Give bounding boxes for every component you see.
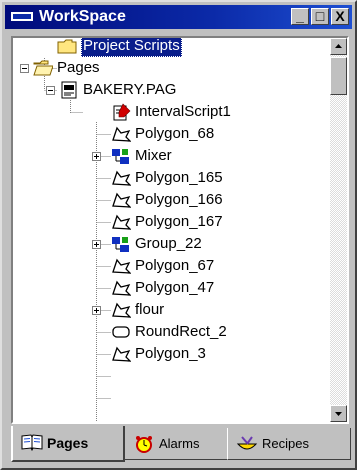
group-icon <box>112 237 129 252</box>
page-document-icon <box>61 81 77 99</box>
vertical-scrollbar[interactable] <box>330 38 347 422</box>
tree-item[interactable]: Polygon_165 <box>13 167 328 189</box>
expand-icon[interactable] <box>92 240 101 249</box>
tree-item[interactable]: BAKERY.PAG <box>13 79 328 101</box>
polygon-icon <box>112 126 131 142</box>
tree-item-label: flour <box>135 301 165 318</box>
tree-item[interactable]: Polygon_3 <box>13 343 328 365</box>
tree-item-label: Polygon_47 <box>135 279 215 296</box>
scroll-down-button[interactable] <box>330 405 347 422</box>
tree-item-label: Polygon_166 <box>135 191 223 208</box>
tree-item-label: Pages <box>57 59 100 76</box>
polygon-icon <box>112 258 131 274</box>
collapse-icon[interactable] <box>46 86 55 95</box>
polygon-icon <box>112 214 131 230</box>
script-icon <box>113 103 131 121</box>
expand-icon[interactable] <box>92 306 101 315</box>
arrow-up-icon <box>335 44 342 48</box>
tree-item[interactable]: Polygon_167 <box>13 211 328 233</box>
tab-recipes-label: Recipes <box>262 436 309 451</box>
polygon-icon <box>112 170 131 186</box>
tree-item-label: Polygon_68 <box>135 125 215 142</box>
tree-item-label: Polygon_167 <box>135 213 223 230</box>
maximize-button[interactable]: □ <box>311 8 329 25</box>
polygon-icon <box>112 192 131 208</box>
tree-item-label: Polygon_3 <box>135 345 206 362</box>
minimize-icon: _ <box>296 8 304 24</box>
tree-item-label: Polygon_67 <box>135 257 215 274</box>
tab-recipes[interactable]: Recipes <box>227 428 351 460</box>
recipe-bowl-icon <box>236 436 258 450</box>
polygon-icon <box>112 346 131 362</box>
folder-icon <box>57 39 77 54</box>
workspace-window: WorkSpace _ □ X Project Scripts Pages BA… <box>0 0 357 470</box>
workspace-tabs: Pages Alarms Recipes <box>11 426 351 466</box>
tree-item[interactable]: Pages <box>13 57 328 79</box>
tree-item[interactable]: Polygon_68 <box>13 123 328 145</box>
tree-item[interactable]: Mixer <box>13 145 328 167</box>
tab-alarms[interactable]: Alarms <box>124 428 228 460</box>
close-button[interactable]: X <box>331 8 349 25</box>
title-bar[interactable]: WorkSpace _ □ X <box>5 5 352 29</box>
polygon-icon <box>112 280 131 296</box>
book-icon <box>21 434 43 451</box>
tree-item[interactable]: flour <box>13 299 328 321</box>
tree-item-label: Group_22 <box>135 235 202 252</box>
workspace-tree[interactable]: Project Scripts Pages BAKERY.PAG IntervalSc… <box>11 36 349 424</box>
window-icon <box>11 12 33 21</box>
expand-icon[interactable] <box>92 152 101 161</box>
tree-item-label: IntervalScript1 <box>135 103 231 120</box>
tab-alarms-label: Alarms <box>159 436 200 451</box>
maximize-icon: □ <box>315 8 325 24</box>
polygon-icon <box>112 302 131 318</box>
tree-item[interactable]: Polygon_67 <box>13 255 328 277</box>
tab-pages[interactable]: Pages <box>11 426 125 462</box>
group-icon <box>112 149 129 164</box>
scroll-up-button[interactable] <box>330 38 347 55</box>
tree-item[interactable]: Group_22 <box>13 233 328 255</box>
tree-item[interactable]: IntervalScript1 <box>13 101 328 123</box>
tree-item-label: BAKERY.PAG <box>83 81 177 98</box>
alarm-clock-icon <box>136 436 152 453</box>
tree-item-label: Polygon_165 <box>135 169 223 186</box>
tree-item-label: Mixer <box>135 147 172 164</box>
close-icon: X <box>335 8 345 24</box>
arrow-down-icon <box>335 412 342 416</box>
collapse-icon[interactable] <box>20 64 29 73</box>
round-rect-icon <box>112 326 130 338</box>
minimize-button[interactable]: _ <box>291 8 309 25</box>
tab-pages-label: Pages <box>47 435 89 451</box>
tree-item-label: RoundRect_2 <box>135 323 227 340</box>
open-folder-icon <box>33 60 53 76</box>
scrollbar-thumb[interactable] <box>330 57 347 95</box>
tree-item[interactable]: Polygon_166 <box>13 189 328 211</box>
tree-item[interactable]: RoundRect_2 <box>13 321 328 343</box>
tree-item[interactable]: Project Scripts <box>13 38 328 57</box>
tree-item[interactable]: Polygon_47 <box>13 277 328 299</box>
tree-item-label: Project Scripts <box>81 38 182 57</box>
window-title: WorkSpace <box>39 8 126 25</box>
